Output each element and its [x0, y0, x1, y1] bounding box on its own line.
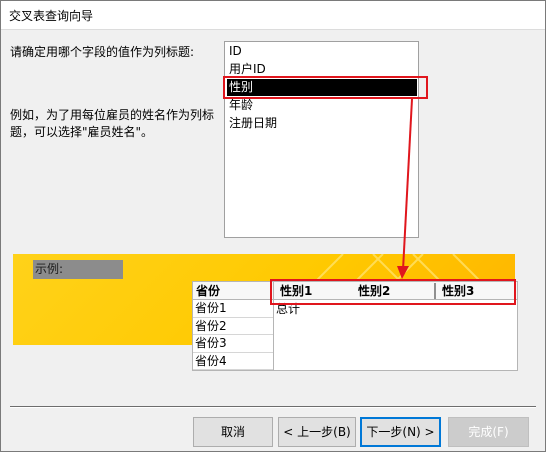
sample-row: 省份1 [193, 300, 273, 318]
row-header: 省份 [193, 282, 273, 300]
title-bar: 交叉表查询向导 [1, 1, 545, 30]
finish-button[interactable]: 完成(F) [448, 417, 529, 447]
column-heading-prompt: 请确定用哪个字段的值作为列标题: [10, 45, 195, 59]
sample-label: 示例: [33, 260, 123, 279]
sample-row: 省份4 [193, 353, 273, 370]
field-item-age[interactable]: 年龄 [227, 97, 417, 114]
field-listbox[interactable]: ID 用户ID 性别 年龄 注册日期 [224, 41, 419, 238]
window-title: 交叉表查询向导 [9, 9, 94, 23]
column-headers-highlight [270, 279, 516, 305]
sample-row: 省份2 [193, 318, 273, 335]
button-divider [10, 406, 536, 408]
field-item-id[interactable]: ID [227, 43, 417, 60]
field-item-register-date[interactable]: 注册日期 [227, 115, 417, 132]
back-button[interactable]: < 上一步(B) [278, 417, 356, 447]
selected-field-highlight [223, 76, 428, 99]
example-hint: 例如，为了用每位雇员的姓名作为列标题，可以选择"雇员姓名"。 [10, 108, 215, 139]
next-button[interactable]: 下一步(N) > [360, 417, 441, 447]
sample-row: 省份3 [193, 335, 273, 353]
sample-row-grid: 省份 省份1 省份2 省份3 省份4 [192, 281, 274, 371]
cancel-button[interactable]: 取消 [193, 417, 273, 447]
